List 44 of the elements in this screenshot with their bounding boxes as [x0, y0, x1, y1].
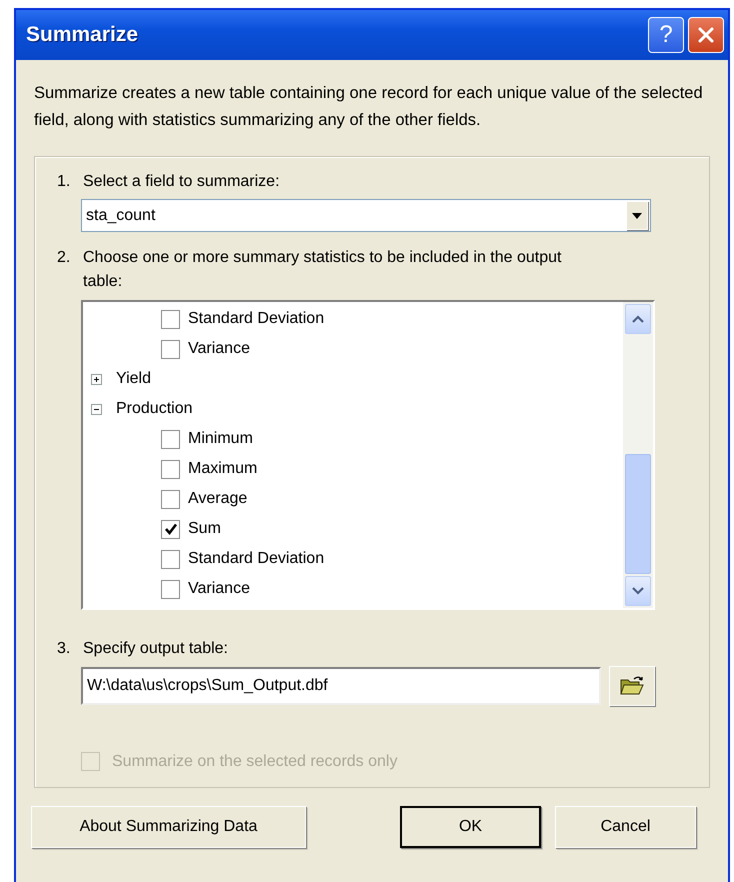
checkbox[interactable]: [161, 520, 180, 538]
caret-up-icon: [632, 315, 644, 323]
scroll-up-button[interactable]: [625, 304, 651, 334]
step-number: 3.: [57, 640, 72, 658]
checkbox-label: Summarize on the selected records only: [112, 752, 398, 770]
checkbox[interactable]: [161, 340, 180, 358]
statistic-label: Maximum: [188, 460, 258, 478]
folder-icon: [619, 675, 645, 697]
checkbox[interactable]: [161, 460, 180, 478]
statistic-label: Variance: [188, 580, 250, 598]
step-label: Specify output table:: [83, 640, 228, 658]
dialog-button[interactable]: OK: [400, 806, 541, 848]
scroll-down-button[interactable]: [625, 576, 651, 606]
caret-down-icon: [632, 587, 644, 595]
step-number: 1.: [57, 173, 72, 191]
close-button[interactable]: [688, 17, 724, 53]
statistic-label: Sum: [188, 520, 221, 538]
expander-icon[interactable]: [91, 404, 102, 414]
checkbox[interactable]: [161, 310, 180, 328]
step-label: Select a field to summarize:: [83, 173, 280, 191]
checkbox[interactable]: [161, 580, 180, 598]
output-table-field[interactable]: W:\data\us\crops\Sum_Output.dbf: [81, 667, 601, 705]
checkbox[interactable]: [161, 430, 180, 448]
expander-icon[interactable]: [91, 374, 102, 384]
tree-item[interactable]: Production: [116, 400, 192, 418]
dialog-button[interactable]: About Summarizing Data: [31, 806, 306, 848]
field-dropdown[interactable]: sta_count: [81, 199, 651, 232]
statistic-label: Average: [188, 490, 248, 508]
window-title: Summarize: [26, 23, 138, 47]
statistic-label: Standard Deviation: [188, 550, 324, 568]
checkbox[interactable]: [161, 550, 180, 568]
scrollbar[interactable]: [623, 302, 653, 608]
scroll-thumb[interactable]: [625, 454, 651, 574]
statistic-label: Standard Deviation: [188, 310, 324, 328]
step-label: Choose one or more summary statistics to be included in the output table:: [83, 248, 562, 292]
browse-button[interactable]: [609, 666, 655, 706]
dialog-button[interactable]: Cancel: [555, 806, 696, 848]
description-text: Summarize creates a new table containing one record for each unique value of the selected field, along with statistics summarizing any of the other fields.: [34, 83, 704, 131]
step-number: 2.: [57, 248, 72, 268]
statistic-label: Variance: [188, 340, 250, 358]
tree-item[interactable]: Yield: [116, 370, 151, 388]
checkbox[interactable]: [161, 490, 180, 508]
help-button[interactable]: ?: [648, 17, 684, 53]
statistic-label: Minimum: [188, 430, 253, 448]
